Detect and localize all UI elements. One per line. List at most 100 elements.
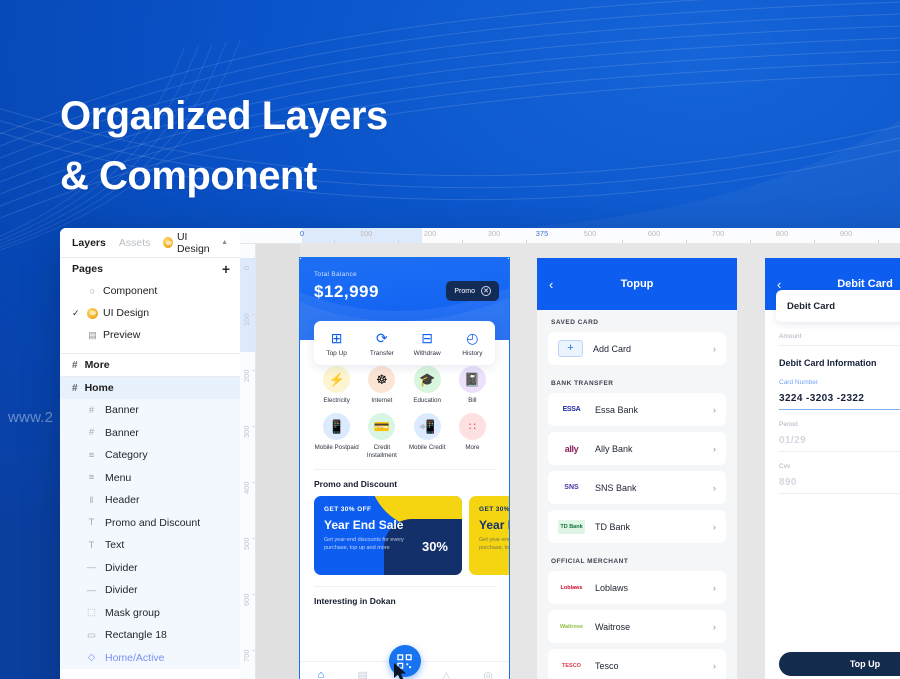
- page-item-component[interactable]: ○ Component: [60, 280, 240, 302]
- quick-action-withdraw[interactable]: ⊟ Withdraw: [405, 330, 450, 357]
- layer-row[interactable]: ▭ Rectangle 18: [60, 624, 240, 647]
- category-mobile-postpaid[interactable]: 📱 Mobile Postpaid: [314, 413, 359, 460]
- chevron-left-icon[interactable]: ‹: [549, 278, 553, 291]
- hero-title-line2: & Component: [60, 154, 317, 198]
- frame-topup-card[interactable]: Topup/Card ‹ Debit Card Debit Card Chang…: [765, 258, 900, 679]
- category-credit-installment[interactable]: 💳 Credit Installment: [359, 413, 404, 460]
- official-merchant-list: Loblaws Loblaws › Waitrose Waitrose › TE…: [537, 571, 737, 679]
- layer-row[interactable]: ⬚ Mask group: [60, 602, 240, 625]
- quick-action-label: History: [462, 350, 483, 357]
- layer-row[interactable]: — Divider: [60, 557, 240, 580]
- promo-title: Year End Sale: [479, 518, 509, 532]
- cvv-field[interactable]: Cvv 890: [779, 452, 900, 494]
- chevron-right-icon[interactable]: ›: [713, 583, 716, 593]
- tab-layers[interactable]: Layers: [72, 237, 106, 249]
- tab-assets[interactable]: Assets: [119, 237, 151, 249]
- add-card-icon: +: [558, 340, 583, 357]
- promo-kicker: GET 30% OFF: [479, 506, 509, 513]
- category-label: More: [465, 444, 480, 451]
- promo-carousel[interactable]: GET 30% OFF Year End Sale Get year-end d…: [314, 496, 509, 575]
- category-education[interactable]: 🎓 Education: [405, 366, 450, 405]
- nav-bell[interactable]: △: [425, 669, 467, 679]
- period-value: 01/29: [779, 435, 807, 446]
- page-item-preview[interactable]: ▤ Preview: [60, 324, 240, 346]
- promo-desc: Get year-end discounts for every purchas…: [479, 537, 509, 551]
- quick-action-transfer[interactable]: ⟳ Transfer: [359, 330, 404, 357]
- topup-submit-button[interactable]: Top Up: [779, 652, 900, 676]
- chevron-right-icon[interactable]: ›: [713, 661, 716, 671]
- list-item[interactable]: Waitrose Waitrose ›: [548, 610, 726, 643]
- layer-row[interactable]: ≡ Menu: [60, 467, 240, 490]
- list-item[interactable]: TESCO Tesco ›: [548, 649, 726, 679]
- chevron-left-icon[interactable]: ‹: [777, 278, 781, 291]
- layer-row[interactable]: T Text: [60, 534, 240, 557]
- promo-percent: 30%: [421, 539, 448, 554]
- promo-card[interactable]: GET 30% OFF Year End Sale Get year-end d…: [469, 496, 509, 575]
- layer-row[interactable]: # Banner: [60, 399, 240, 422]
- layer-group-more-label: More: [84, 359, 110, 371]
- vertical-ruler[interactable]: 0 100 200 300 400 500 600 700: [240, 244, 256, 679]
- close-circle-icon[interactable]: ✕: [481, 286, 491, 296]
- selection-handle-tl[interactable]: [300, 258, 302, 260]
- ruler-tick-label: 300: [242, 425, 251, 438]
- document-selector[interactable]: UI Design ▲: [163, 231, 228, 255]
- list-item[interactable]: Loblaws Loblaws ›: [548, 571, 726, 604]
- category-mobile-credit[interactable]: 📲 Mobile Credit: [405, 413, 450, 460]
- category-label: Mobile Credit: [408, 444, 446, 451]
- promo-badge[interactable]: Promo ✕: [446, 281, 499, 301]
- layer-group-home[interactable]: # Home: [60, 377, 240, 399]
- canvas[interactable]: 0 100 200 300 375 500 600 700 800 900 10…: [240, 228, 900, 679]
- quick-action-topup[interactable]: ⊞ Top Up: [314, 330, 359, 357]
- ruler-tick-label: 900: [839, 229, 853, 238]
- nav-home[interactable]: ⌂: [300, 669, 342, 679]
- clock-icon: ◴: [466, 330, 479, 346]
- layer-row[interactable]: ‖ Header: [60, 489, 240, 512]
- chevron-right-icon[interactable]: ›: [713, 483, 716, 493]
- list-item[interactable]: ally Ally Bank ›: [548, 432, 726, 465]
- category-electricity[interactable]: ⚡ Electricity: [314, 366, 359, 405]
- layer-row[interactable]: — Divider: [60, 579, 240, 602]
- nav-card[interactable]: ▤: [342, 669, 384, 679]
- plus-icon[interactable]: +: [222, 262, 230, 276]
- quick-action-label: Transfer: [369, 350, 394, 357]
- list-item[interactable]: ESSA Essa Bank ›: [548, 393, 726, 426]
- card-number-field[interactable]: Card Number 3224 -3203 -2322: [779, 368, 900, 410]
- layer-row[interactable]: ≡ Category: [60, 444, 240, 467]
- nav-profile[interactable]: ◎: [467, 669, 509, 679]
- chevron-right-icon[interactable]: ›: [713, 444, 716, 454]
- ruler-tick-label: 600: [647, 229, 661, 238]
- category-bill[interactable]: 📓 Bill: [450, 366, 495, 405]
- layer-group-more[interactable]: # More: [60, 354, 240, 376]
- frame-topup[interactable]: Topup ‹ Topup SAVED CARD + Add Card › BA…: [537, 258, 737, 679]
- layer-label: Mask group: [105, 606, 160, 619]
- ruler-tick-label: 100: [242, 313, 251, 326]
- amount-field[interactable]: Amount: [779, 322, 900, 346]
- layer-label: Promo and Discount: [105, 516, 201, 529]
- list-item[interactable]: TD Bank TD Bank ›: [548, 510, 726, 543]
- layer-row[interactable]: T Promo and Discount: [60, 512, 240, 535]
- quick-action-history[interactable]: ◴ History: [450, 330, 495, 357]
- frame-home[interactable]: Home Total Balance $12,999 Promo ✕: [299, 257, 510, 679]
- layer-row[interactable]: # Banner: [60, 422, 240, 445]
- page-item-ui-design[interactable]: ✓ UI Design: [60, 302, 240, 324]
- list-item[interactable]: SNS SNS Bank ›: [548, 471, 726, 504]
- horizontal-ruler[interactable]: 0 100 200 300 375 500 600 700 800 900 10…: [240, 228, 900, 244]
- figma-window: Layers Assets UI Design ▲ Pages + ○ Comp…: [60, 228, 900, 679]
- promo-card[interactable]: GET 30% OFF Year End Sale Get year-end d…: [314, 496, 462, 575]
- chevron-right-icon[interactable]: ›: [713, 405, 716, 415]
- internet-icon: ☸: [368, 366, 396, 393]
- category-more[interactable]: ∷ More: [450, 413, 495, 460]
- hero-title-line1: Organized Layers: [60, 94, 388, 138]
- chevron-right-icon[interactable]: ›: [713, 522, 716, 532]
- period-field[interactable]: Period 01/29: [779, 410, 900, 452]
- chevron-right-icon[interactable]: ›: [713, 622, 716, 632]
- layer-row[interactable]: ◇ Home/Active: [60, 647, 240, 670]
- more-icon: ∷: [458, 413, 486, 440]
- chevron-right-icon[interactable]: ›: [713, 344, 716, 354]
- list-item-add-card[interactable]: + Add Card ›: [548, 332, 726, 365]
- ruler-tick-label: 0: [299, 229, 305, 238]
- category-internet[interactable]: ☸ Internet: [359, 366, 404, 405]
- selected-card-row[interactable]: Debit Card Change: [776, 290, 900, 322]
- selection-handle-tr[interactable]: [507, 258, 509, 260]
- canvas-board[interactable]: Home Total Balance $12,999 Promo ✕: [256, 244, 900, 679]
